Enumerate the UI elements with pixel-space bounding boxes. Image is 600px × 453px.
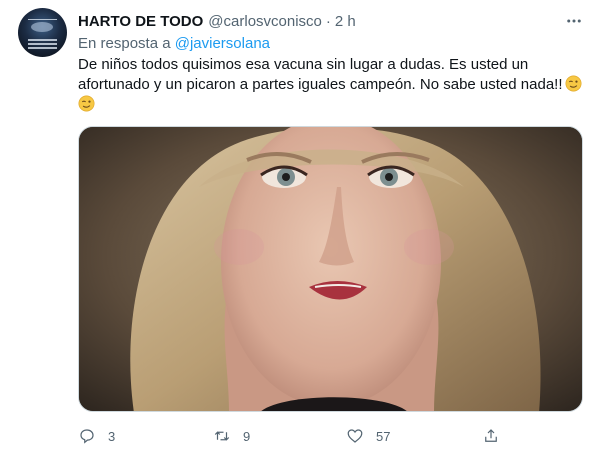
reply-button[interactable]: 3 bbox=[78, 424, 115, 448]
separator-dot: · bbox=[325, 12, 331, 30]
retweet-count: 9 bbox=[243, 428, 251, 444]
reply-icon bbox=[80, 429, 94, 444]
share-button[interactable] bbox=[482, 424, 500, 448]
tweet-timestamp[interactable]: 2 h bbox=[335, 13, 356, 30]
reply-count: 3 bbox=[108, 428, 116, 444]
wink-emoji-icon bbox=[78, 95, 95, 112]
more-icon[interactable] bbox=[562, 9, 586, 33]
tweet-text-content: De niños todos quisimos esa vacuna sin l… bbox=[78, 56, 563, 93]
reply-context: En resposta a @javiersolana bbox=[78, 35, 270, 52]
tweet-media-image[interactable] bbox=[78, 126, 583, 412]
retweet-icon bbox=[214, 431, 230, 441]
like-icon bbox=[347, 429, 363, 443]
avatar-figure bbox=[31, 22, 53, 32]
retweet-button[interactable]: 9 bbox=[213, 424, 250, 448]
tweet-actions: 3 9 57 bbox=[78, 424, 518, 448]
author-handle[interactable]: @carlosvconisco bbox=[208, 13, 322, 30]
author-name[interactable]: HARTO DE TODO bbox=[78, 13, 203, 30]
wink-emoji-icon bbox=[565, 75, 581, 92]
like-count: 57 bbox=[376, 428, 391, 444]
tweet-text: De niños todos quisimos esa vacuna sin l… bbox=[78, 55, 584, 115]
reply-prefix: En resposta a bbox=[78, 35, 171, 52]
reply-mention-link[interactable]: @javiersolana bbox=[175, 35, 270, 52]
like-button[interactable]: 57 bbox=[346, 424, 390, 448]
tweet-header: HARTO DE TODO @carlosvconisco · 2 h bbox=[78, 11, 356, 31]
author-avatar[interactable] bbox=[18, 8, 67, 57]
share-icon bbox=[485, 429, 497, 442]
